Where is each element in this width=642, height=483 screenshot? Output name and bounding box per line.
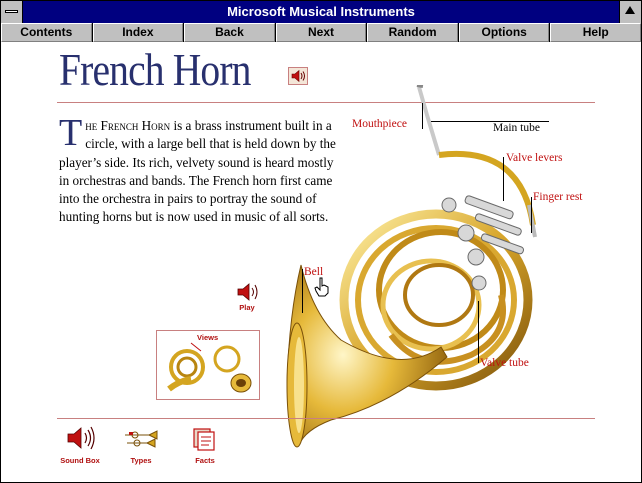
facts-button[interactable]: Facts xyxy=(187,425,223,465)
nav-next-button[interactable]: Next xyxy=(275,23,367,42)
maximize-icon xyxy=(625,6,635,14)
drop-cap: T xyxy=(59,112,83,154)
nav-index-button[interactable]: Index xyxy=(92,23,184,42)
window-title: Microsoft Musical Instruments xyxy=(227,4,415,19)
play-speaker-icon xyxy=(237,283,258,301)
sound-box-button[interactable]: Sound Box xyxy=(57,425,103,465)
facts-label: Facts xyxy=(195,456,215,465)
nav-contents-button[interactable]: Contents xyxy=(1,23,92,42)
nav-random-button[interactable]: Random xyxy=(367,23,458,42)
types-label: Types xyxy=(130,456,152,465)
maximize-button[interactable] xyxy=(619,1,641,23)
views-thumbnail[interactable]: Views xyxy=(156,330,260,400)
finger-rest-pointer xyxy=(531,197,532,233)
main-tube-pointer xyxy=(431,121,549,122)
types-button[interactable]: Types xyxy=(121,425,161,465)
callout-valve-levers: Valve levers xyxy=(506,152,563,164)
title-speaker-icon[interactable] xyxy=(288,67,308,85)
valve-tube-pointer xyxy=(478,301,479,363)
types-icon xyxy=(125,430,158,448)
page-title: French Horn xyxy=(59,44,251,95)
nav-back-button[interactable]: Back xyxy=(184,23,275,42)
system-menu-button[interactable] xyxy=(1,1,23,23)
nav-help-button[interactable]: Help xyxy=(550,23,642,42)
nav-bar: Contents Index Back Next Random Options … xyxy=(1,23,642,42)
system-menu-icon xyxy=(5,10,18,13)
app-window: Microsoft Musical Instruments Contents I… xyxy=(0,0,642,483)
play-button[interactable]: Play xyxy=(233,281,261,313)
callout-main-tube: Main tube xyxy=(493,122,540,134)
callout-valve-tube: Valve tube xyxy=(480,357,529,369)
hand-cursor-icon xyxy=(314,277,329,297)
facts-icon xyxy=(193,428,215,451)
nav-options-button[interactable]: Options xyxy=(458,23,550,42)
mouthpiece-pointer xyxy=(422,103,423,129)
valve-levers-pointer xyxy=(503,157,504,201)
views-thumbnail-image xyxy=(167,342,252,393)
sound-box-icon xyxy=(67,426,95,450)
play-label: Play xyxy=(239,303,255,312)
callout-finger-rest: Finger rest xyxy=(533,191,583,203)
bottom-divider xyxy=(57,418,595,419)
callout-mouthpiece: Mouthpiece xyxy=(352,118,407,130)
sound-box-label: Sound Box xyxy=(60,456,100,465)
article-lead: he French Horn xyxy=(85,118,171,133)
title-bar[interactable]: Microsoft Musical Instruments xyxy=(1,1,641,23)
bell-pointer xyxy=(302,269,303,313)
